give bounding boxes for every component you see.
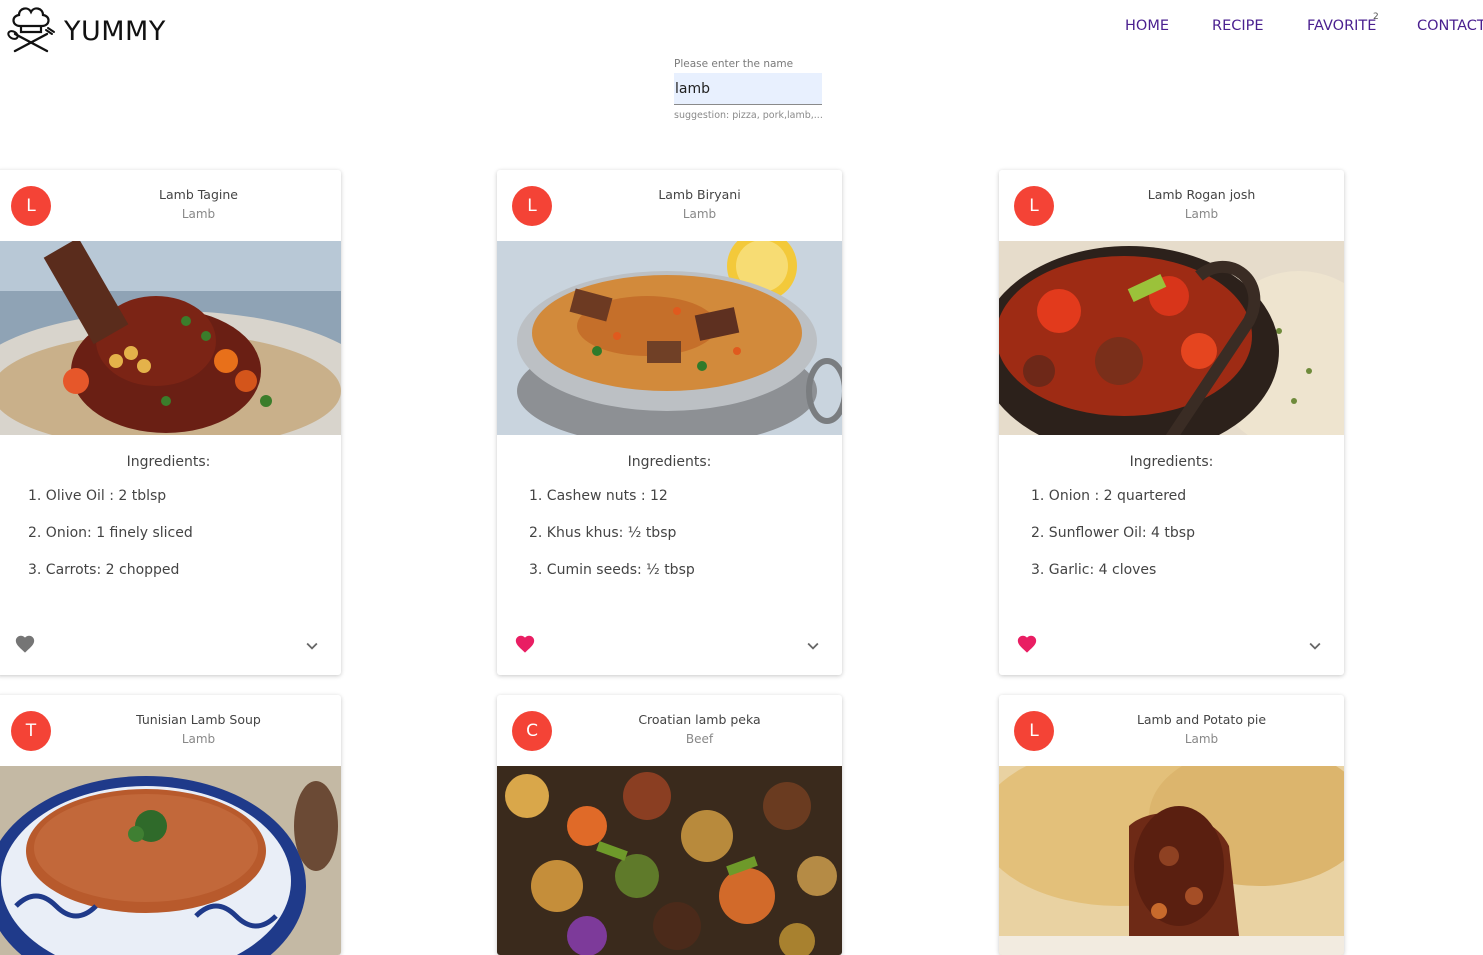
ingredient-item: 1. Cashew nuts : 12: [529, 488, 668, 504]
recipe-card: L Lamb Biryani Lamb Ingredients: 1. Cash…: [497, 170, 842, 675]
ingredient-item: 3. Carrots: 2 chopped: [28, 562, 180, 578]
card-header: L Lamb Rogan josh Lamb: [999, 170, 1344, 241]
ingredient-item: 1. Onion : 2 quartered: [1031, 488, 1187, 504]
ingredient-item: 1. Olive Oil : 2 tblsp: [28, 488, 167, 504]
ingredient-item: 3. Garlic: 4 cloves: [1031, 562, 1157, 578]
ingredient-item: 2. Khus khus: ½ tbsp: [529, 525, 677, 541]
avatar: C: [512, 711, 552, 751]
ingredients-heading: Ingredients:: [627, 454, 712, 470]
favorite-heart-icon[interactable]: [513, 633, 539, 657]
recipe-card: L Lamb Rogan josh Lamb Ingredients: 1. O…: [999, 170, 1344, 675]
nav-contact[interactable]: CONTACT: [1417, 18, 1483, 34]
ingredients-list: 1. Onion : 2 quartered 2. Sunflower Oil:…: [999, 484, 1344, 595]
recipe-title: Croatian lamb peka: [638, 712, 761, 727]
recipe-card: L Lamb Tagine Lamb Ingredients: 1. Olive…: [0, 170, 341, 675]
avatar: L: [11, 186, 51, 226]
ingredients-list: 1. Cashew nuts : 12 2. Khus khus: ½ tbsp…: [497, 484, 842, 595]
search-input[interactable]: [674, 73, 822, 105]
ingredients-heading: Ingredients:: [1129, 454, 1214, 470]
card-header: C Croatian lamb peka Beef: [497, 695, 842, 766]
expand-chevron-down-icon[interactable]: [802, 635, 824, 657]
recipe-card: C Croatian lamb peka Beef: [497, 695, 842, 955]
card-header: L Lamb Biryani Lamb: [497, 170, 842, 241]
avatar: L: [512, 186, 552, 226]
recipe-title: Lamb Rogan josh: [1147, 187, 1256, 202]
avatar: T: [11, 711, 51, 751]
avatar: L: [1014, 711, 1054, 751]
recipe-card: L Lamb and Potato pie Lamb: [999, 695, 1344, 955]
nav-home[interactable]: HOME: [1125, 18, 1169, 34]
recipe-image-lamb-and-potato-pie: [999, 766, 1344, 955]
recipe-image-croatian-lamb-peka: [497, 766, 842, 955]
recipe-image-lamb-tagine: [0, 241, 341, 435]
card-actions: [497, 619, 842, 675]
search-label: Please enter the name: [674, 58, 794, 70]
search-field: Please enter the name suggestion: pizza,…: [674, 58, 823, 121]
favorite-heart-icon[interactable]: [1015, 633, 1041, 657]
recipe-image-lamb-rogan-josh: [999, 241, 1344, 435]
recipe-category: Lamb: [682, 207, 717, 221]
expand-chevron-down-icon[interactable]: [301, 635, 323, 657]
recipe-category: Lamb: [1184, 207, 1219, 221]
ingredient-item: 2. Sunflower Oil: 4 tbsp: [1031, 525, 1195, 541]
avatar: L: [1014, 186, 1054, 226]
nav-favorite[interactable]: FAVORITE: [1307, 18, 1376, 34]
favorite-heart-icon[interactable]: [13, 633, 39, 657]
recipe-category: Beef: [685, 732, 714, 746]
card-header: L Lamb and Potato pie Lamb: [999, 695, 1344, 766]
brand-logo[interactable]: YUMMY: [6, 4, 166, 58]
card-header: T Tunisian Lamb Soup Lamb: [0, 695, 341, 766]
recipe-category: Lamb: [1184, 732, 1219, 746]
recipe-image-tunisian-lamb-soup: [0, 766, 341, 955]
ingredients-list: 1. Olive Oil : 2 tblsp 2. Onion: 1 finel…: [0, 484, 341, 595]
ingredient-item: 2. Onion: 1 finely sliced: [28, 525, 193, 541]
recipe-title: Tunisian Lamb Soup: [136, 712, 261, 727]
recipe-category: Lamb: [181, 207, 216, 221]
favorite-count-badge: 2: [1373, 12, 1379, 22]
brand-name: YUMMY: [64, 15, 166, 47]
card-actions: [999, 619, 1344, 675]
search-hint: suggestion: pizza, pork,lamb,...: [674, 110, 823, 121]
expand-chevron-down-icon[interactable]: [1304, 635, 1326, 657]
recipe-category: Lamb: [181, 732, 216, 746]
nav-recipe[interactable]: RECIPE: [1212, 18, 1264, 34]
ingredients-heading: Ingredients:: [126, 454, 211, 470]
card-actions: [0, 619, 341, 675]
ingredient-item: 3. Cumin seeds: ½ tbsp: [529, 562, 695, 578]
chef-hat-icon: [6, 4, 56, 58]
top-bar: YUMMY HOME RECIPE FAVORITE 2 CONTACT: [0, 0, 1483, 58]
card-header: L Lamb Tagine Lamb: [0, 170, 341, 241]
recipe-image-lamb-biryani: [497, 241, 842, 435]
recipe-title: Lamb and Potato pie: [1136, 712, 1267, 727]
recipe-card: T Tunisian Lamb Soup Lamb: [0, 695, 341, 955]
recipe-title: Lamb Tagine: [159, 187, 238, 202]
recipe-title: Lamb Biryani: [658, 187, 741, 202]
